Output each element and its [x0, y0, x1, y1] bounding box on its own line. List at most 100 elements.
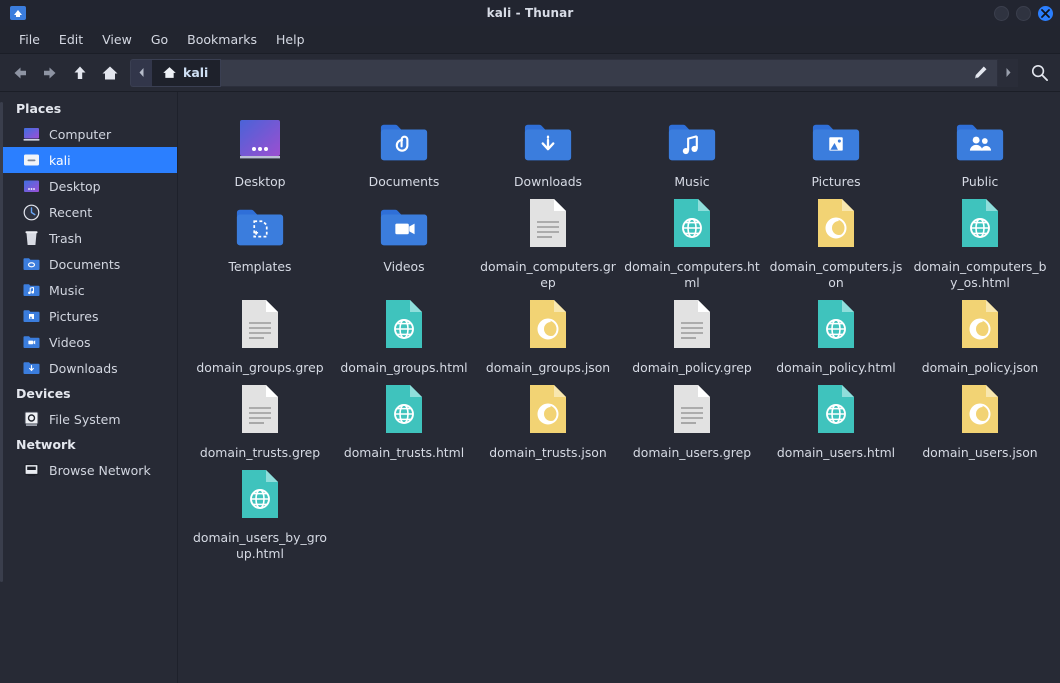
sidebar-item-documents[interactable]: Documents [0, 251, 177, 277]
desktop-icon [22, 177, 40, 195]
file-item[interactable]: domain_policy.grep [620, 292, 764, 376]
file-item[interactable]: domain_policy.html [764, 292, 908, 376]
music-folder-icon [667, 112, 717, 164]
harddisk-icon [22, 410, 40, 428]
file-item[interactable]: domain_users_by_group.html [188, 462, 332, 562]
file-item[interactable]: domain_computers.json [764, 191, 908, 291]
close-icon [1041, 8, 1050, 18]
sidebar-item-label: Music [49, 282, 85, 298]
menu-view[interactable]: View [93, 28, 141, 51]
file-label: domain_computers.grep [480, 259, 616, 290]
file-item[interactable]: domain_users.html [764, 377, 908, 461]
file-label: domain_policy.json [921, 360, 1039, 375]
file-item[interactable]: Public [908, 106, 1052, 190]
menu-edit[interactable]: Edit [50, 28, 92, 51]
minimize-button[interactable] [994, 5, 1009, 21]
documents-folder-icon [379, 112, 429, 164]
tool-bar: kali [0, 54, 1060, 92]
sidebar-item-videos[interactable]: Videos [0, 329, 177, 355]
menu-go[interactable]: Go [142, 28, 177, 51]
home-button[interactable] [96, 59, 124, 87]
file-item[interactable]: domain_groups.html [332, 292, 476, 376]
sidebar-item-recent[interactable]: Recent [0, 199, 177, 225]
sidebar-item-label: Browse Network [49, 462, 151, 478]
sidebar-item-label: Trash [49, 230, 83, 246]
file-label: domain_trusts.html [343, 445, 465, 460]
search-button[interactable] [1024, 59, 1054, 87]
path-dropdown-button[interactable] [998, 58, 1018, 87]
back-button[interactable] [6, 59, 34, 87]
file-item[interactable]: domain_computers.grep [476, 191, 620, 291]
file-item[interactable]: domain_trusts.json [476, 377, 620, 461]
trash-icon [22, 229, 40, 247]
window-title: kali - Thunar [486, 6, 574, 20]
html-file-icon [235, 468, 285, 520]
up-button[interactable] [66, 59, 94, 87]
text-file-icon [667, 298, 717, 350]
file-item[interactable]: domain_computers.html [620, 191, 764, 291]
sidebar-item-downloads[interactable]: Downloads [0, 355, 177, 381]
forward-button[interactable] [36, 59, 64, 87]
sidebar-item-kali[interactable]: kali [0, 147, 177, 173]
html-file-icon [379, 298, 429, 350]
file-item[interactable]: domain_trusts.html [332, 377, 476, 461]
file-item[interactable]: domain_groups.json [476, 292, 620, 376]
sidebar-item-label: Desktop [49, 178, 101, 194]
music-folder-icon [22, 281, 40, 299]
menu-help[interactable]: Help [267, 28, 314, 51]
file-item[interactable]: domain_computers_by_os.html [908, 191, 1052, 291]
sidebar-item-trash[interactable]: Trash [0, 225, 177, 251]
text-file-icon [667, 383, 717, 435]
close-button[interactable] [1038, 5, 1053, 21]
file-label: domain_groups.html [340, 360, 468, 375]
file-item[interactable]: Downloads [476, 106, 620, 190]
sidebar-item-file-system[interactable]: File System [0, 406, 177, 432]
file-item[interactable]: domain_policy.json [908, 292, 1052, 376]
arrow-left-icon [14, 67, 26, 78]
sidebar-item-label: Downloads [49, 360, 118, 376]
file-label: Templates [228, 259, 292, 274]
menu-file[interactable]: File [10, 28, 49, 51]
breadcrumb-previous-button[interactable] [130, 58, 152, 87]
file-label: domain_users.json [922, 445, 1038, 460]
sidebar-item-music[interactable]: Music [0, 277, 177, 303]
pictures-folder-icon [22, 307, 40, 325]
json-file-icon [811, 197, 861, 249]
path-bar: kali [130, 58, 1018, 87]
sidebar-item-label: kali [49, 152, 71, 168]
html-file-icon [379, 383, 429, 435]
file-item[interactable]: Documents [332, 106, 476, 190]
file-label: domain_groups.grep [196, 360, 324, 375]
file-item[interactable]: Templates [188, 191, 332, 291]
pencil-icon[interactable] [969, 62, 991, 84]
arrow-up-icon [74, 66, 86, 79]
html-file-icon [811, 383, 861, 435]
maximize-button[interactable] [1016, 5, 1031, 21]
file-item[interactable]: Desktop [188, 106, 332, 190]
search-icon [1031, 64, 1048, 82]
sidebar-item-pictures[interactable]: Pictures [0, 303, 177, 329]
sidebar-item-desktop[interactable]: Desktop [0, 173, 177, 199]
sidebar-heading-network: Network [16, 437, 76, 452]
menu-bookmarks[interactable]: Bookmarks [178, 28, 266, 51]
file-label: domain_users_by_group.html [193, 530, 327, 561]
file-label: domain_users.grep [632, 445, 752, 460]
file-item[interactable]: domain_users.json [908, 377, 1052, 461]
sidebar-item-computer[interactable]: Computer [0, 121, 177, 147]
file-item[interactable]: domain_groups.grep [188, 292, 332, 376]
text-file-icon [235, 298, 285, 350]
file-item[interactable]: domain_trusts.grep [188, 377, 332, 461]
file-item[interactable]: Pictures [764, 106, 908, 190]
sidebar-item-label: Videos [49, 334, 91, 350]
sidebar-item-browse-network[interactable]: Browse Network [0, 457, 177, 483]
file-label: domain_computers.json [769, 259, 903, 290]
file-item[interactable]: domain_users.grep [620, 377, 764, 461]
file-grid[interactable]: Desktop Documents Downloads Music Pictur… [178, 92, 1060, 683]
sidebar-scrollbar[interactable] [0, 92, 3, 683]
file-label: domain_computers.html [624, 259, 760, 290]
file-item[interactable]: Videos [332, 191, 476, 291]
file-item[interactable]: Music [620, 106, 764, 190]
file-label: domain_computers_by_os.html [913, 259, 1047, 290]
path-input[interactable] [221, 58, 998, 87]
breadcrumb-current[interactable]: kali [152, 58, 222, 87]
